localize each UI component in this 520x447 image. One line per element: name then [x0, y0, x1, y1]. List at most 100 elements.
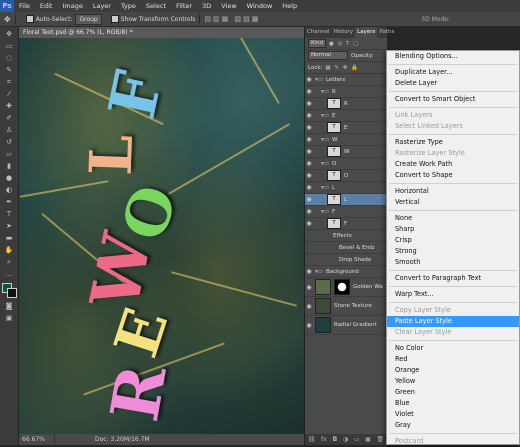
- folder-icon[interactable]: ▾▭: [321, 137, 329, 143]
- lasso-tool-icon[interactable]: ◌: [3, 54, 15, 63]
- visibility-eye-icon[interactable]: ◉: [305, 322, 313, 329]
- brush-tool-icon[interactable]: ✐: [3, 114, 15, 123]
- dodge-tool-icon[interactable]: ◐: [3, 186, 15, 195]
- layer-row[interactable]: ◉ T F: [305, 218, 387, 230]
- menu-item-strong[interactable]: Strong: [387, 246, 519, 257]
- link-layers-icon[interactable]: ⛓: [308, 436, 316, 443]
- layer-row[interactable]: ◉ T O: [305, 170, 387, 182]
- fx-icon[interactable]: fx: [321, 436, 327, 443]
- menu-item-gray[interactable]: Gray: [387, 420, 519, 431]
- folder-icon[interactable]: ▾▭: [321, 113, 329, 119]
- folder-icon[interactable]: ▾▭: [321, 161, 329, 167]
- layer-row[interactable]: ◉ T E: [305, 122, 387, 134]
- menu-item-duplicate-layer[interactable]: Duplicate Layer...: [387, 67, 519, 78]
- marquee-tool-icon[interactable]: ▭: [3, 42, 15, 51]
- menu-item-crisp[interactable]: Crisp: [387, 235, 519, 246]
- layer-row[interactable]: ◉ Stone Texture: [305, 297, 387, 316]
- visibility-eye-icon[interactable]: ◉: [305, 112, 313, 119]
- layer-mask-thumbnail[interactable]: [334, 279, 350, 295]
- layer-row[interactable]: Drop Shado: [305, 254, 387, 266]
- visibility-eye-icon[interactable]: ◉: [305, 100, 313, 107]
- menu-item-blue[interactable]: Blue: [387, 398, 519, 409]
- menu-view[interactable]: View: [216, 2, 241, 10]
- layer-row[interactable]: ◉ Golden Wa: [305, 278, 387, 297]
- menu-item-yellow[interactable]: Yellow: [387, 376, 519, 387]
- visibility-eye-icon[interactable]: ◉: [305, 124, 313, 131]
- menu-item-paste-layer-style[interactable]: Paste Layer Style: [387, 316, 519, 327]
- layer-row[interactable]: ◉ T L: [305, 194, 387, 206]
- more-tools-icon[interactable]: …: [3, 270, 15, 279]
- new-layer-icon[interactable]: ▣: [365, 436, 371, 443]
- color-swatches[interactable]: [2, 283, 18, 299]
- visibility-eye-icon[interactable]: ◉: [305, 284, 313, 291]
- layer-row[interactable]: ◉ ▾▭ R: [305, 86, 387, 98]
- menu-window[interactable]: Window: [242, 2, 278, 10]
- visibility-eye-icon[interactable]: ◉: [305, 76, 313, 83]
- lock-icons[interactable]: ▦ ✎ ✥ 🔒: [325, 65, 359, 71]
- menu-item-no-color[interactable]: No Color: [387, 343, 519, 354]
- menu-item-convert-to-smart-object[interactable]: Convert to Smart Object: [387, 94, 519, 105]
- menu-item-vertical[interactable]: Vertical: [387, 197, 519, 208]
- layer-row[interactable]: Effects: [305, 230, 387, 242]
- path-select-tool-icon[interactable]: ➤: [3, 222, 15, 231]
- layer-row[interactable]: ◉ T W: [305, 146, 387, 158]
- folder-icon[interactable]: ▾▭: [321, 89, 329, 95]
- folder-icon[interactable]: ▾▭: [315, 269, 323, 275]
- menu-help[interactable]: Help: [277, 2, 302, 10]
- folder-icon[interactable]: ▾▭: [321, 209, 329, 215]
- eyedropper-tool-icon[interactable]: ⁄: [3, 90, 15, 99]
- layer-row[interactable]: ◉ ▾▭ F: [305, 206, 387, 218]
- visibility-eye-icon[interactable]: ◉: [305, 184, 313, 191]
- menu-item-red[interactable]: Red: [387, 354, 519, 365]
- new-group-icon[interactable]: ▭: [354, 436, 360, 443]
- menu-item-smooth[interactable]: Smooth: [387, 257, 519, 268]
- history-brush-icon[interactable]: ↺: [3, 138, 15, 147]
- menu-item-blending-options[interactable]: Blending Options...: [387, 51, 519, 62]
- eraser-tool-icon[interactable]: ▱: [3, 150, 15, 159]
- menu-item-green[interactable]: Green: [387, 387, 519, 398]
- visibility-eye-icon[interactable]: ◉: [305, 196, 313, 203]
- visibility-eye-icon[interactable]: ◉: [305, 303, 313, 310]
- adjustment-icon[interactable]: ◑: [343, 436, 348, 443]
- blur-tool-icon[interactable]: ●: [3, 174, 15, 183]
- folder-icon[interactable]: ▾▭: [321, 185, 329, 191]
- tab-layers[interactable]: Layers: [355, 27, 378, 38]
- menu-layer[interactable]: Layer: [88, 2, 116, 10]
- trash-icon[interactable]: 🗑: [377, 436, 385, 443]
- shape-tool-icon[interactable]: ▬: [3, 234, 15, 243]
- quick-select-tool-icon[interactable]: ✎: [3, 66, 15, 75]
- blend-mode-dropdown[interactable]: Normal: [308, 51, 348, 60]
- auto-select-checkbox[interactable]: [25, 15, 34, 23]
- kind-filter-dropdown[interactable]: Kind: [308, 39, 327, 48]
- tab-paths[interactable]: Paths: [377, 27, 396, 38]
- menu-item-create-work-path[interactable]: Create Work Path: [387, 159, 519, 170]
- align-icons[interactable]: ▤▥▦ ▧▨▩: [204, 15, 260, 23]
- menu-type[interactable]: Type: [116, 2, 141, 10]
- menu-filter[interactable]: Filter: [171, 2, 197, 10]
- menu-image[interactable]: Image: [57, 2, 87, 10]
- menu-item-convert-to-shape[interactable]: Convert to Shape: [387, 170, 519, 181]
- layer-row[interactable]: ◉ ▾▭ O: [305, 158, 387, 170]
- mask-icon[interactable]: ◘: [332, 436, 337, 443]
- healing-tool-icon[interactable]: ✚: [3, 102, 15, 111]
- pen-tool-icon[interactable]: ✒: [3, 198, 15, 207]
- move-tool-icon[interactable]: ✥: [3, 30, 15, 39]
- document-canvas[interactable]: F L O W E R: [19, 38, 304, 434]
- show-transform-checkbox[interactable]: [110, 15, 119, 23]
- menu-edit[interactable]: Edit: [35, 2, 58, 10]
- zoom-tool-icon[interactable]: ⌕: [3, 258, 15, 267]
- visibility-eye-icon[interactable]: ◉: [305, 172, 313, 179]
- visibility-eye-icon[interactable]: ◉: [305, 88, 313, 95]
- menu-file[interactable]: File: [14, 2, 35, 10]
- menu-3d[interactable]: 3D: [197, 2, 216, 10]
- menu-item-orange[interactable]: Orange: [387, 365, 519, 376]
- menu-item-sharp[interactable]: Sharp: [387, 224, 519, 235]
- auto-select-dropdown[interactable]: Group: [75, 13, 102, 25]
- folder-icon[interactable]: ▾▭: [315, 77, 323, 83]
- visibility-eye-icon[interactable]: ◉: [305, 268, 313, 275]
- zoom-level[interactable]: 66.67%: [19, 434, 55, 445]
- menu-item-rasterize-type[interactable]: Rasterize Type: [387, 137, 519, 148]
- layer-row[interactable]: ◉ ▾▭ Background: [305, 266, 387, 278]
- move-tool-icon[interactable]: ✥: [4, 15, 11, 24]
- tab-history[interactable]: History: [332, 27, 356, 38]
